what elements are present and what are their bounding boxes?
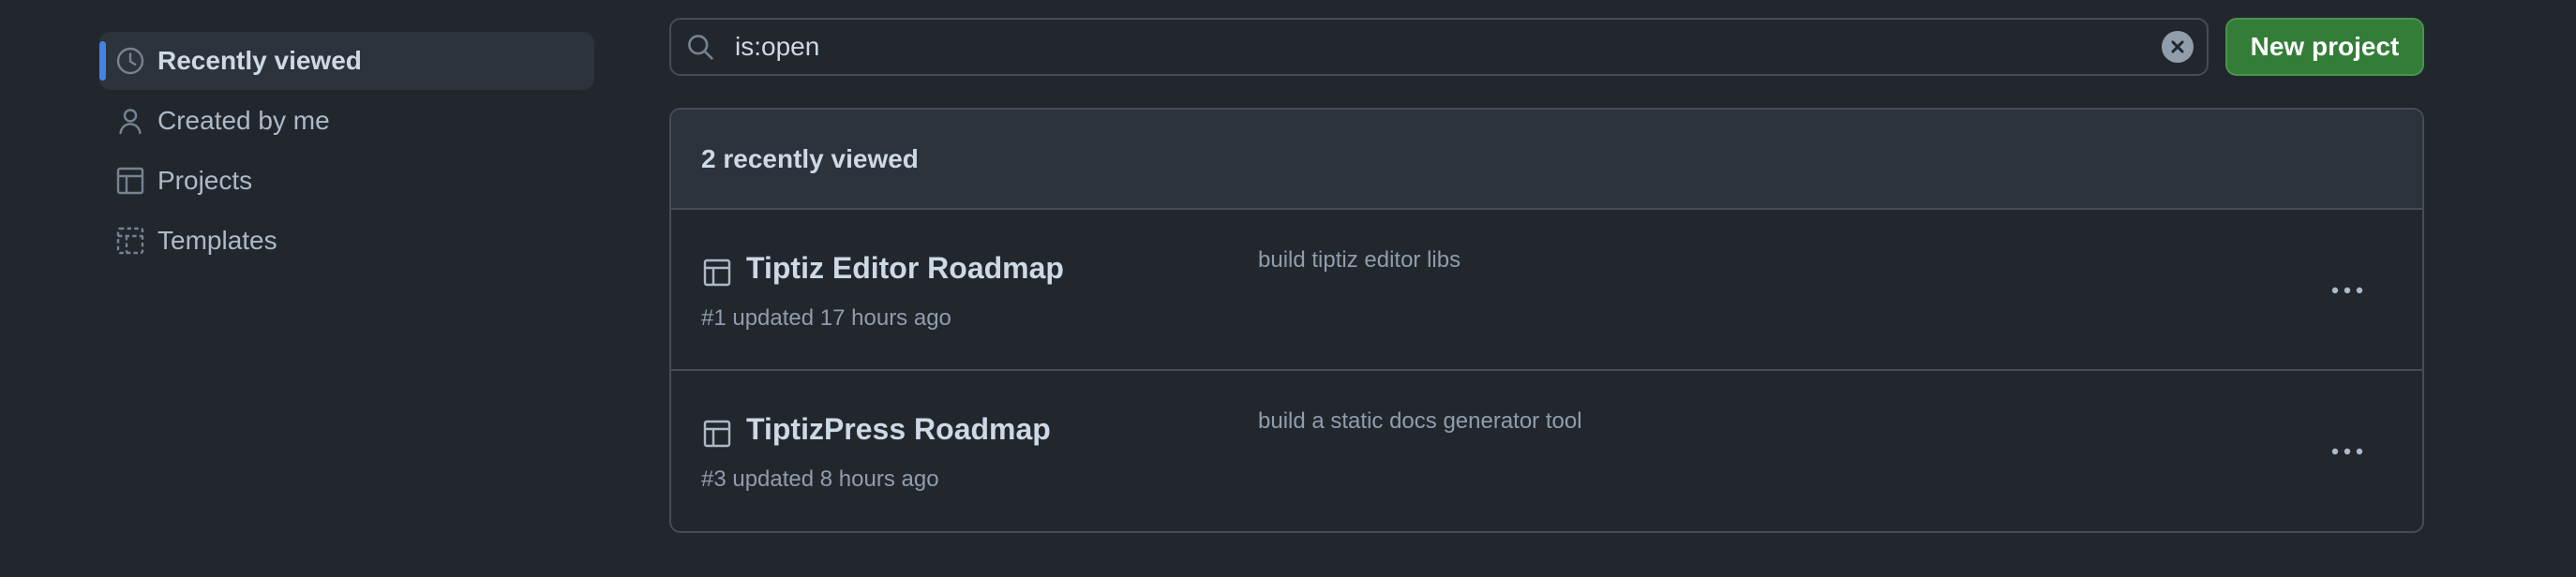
project-title-link[interactable]: Tiptiz Editor Roadmap xyxy=(746,251,1064,286)
sidebar-item-created-by-me[interactable]: Created by me xyxy=(99,92,594,150)
kebab-horizontal-icon xyxy=(2331,287,2363,294)
project-meta: #3 updated 8 hours ago xyxy=(701,466,939,492)
sidebar-item-label: Projects xyxy=(157,166,253,195)
project-description: build a static docs generator tool xyxy=(1258,408,1582,434)
sidebar-item-label: Recently viewed xyxy=(157,46,362,75)
clock-icon xyxy=(114,45,146,77)
table-icon xyxy=(701,418,733,450)
sidebar-item-projects[interactable]: Projects xyxy=(99,152,594,210)
close-icon xyxy=(2171,40,2184,53)
sidebar-item-label: Created by me xyxy=(157,106,330,135)
table-icon xyxy=(114,165,146,197)
project-count-title: 2 recently viewed xyxy=(701,143,919,173)
project-list: 2 recently viewed Tiptiz Editor Roadmap … xyxy=(669,108,2424,533)
person-icon xyxy=(114,105,146,137)
project-template-icon xyxy=(114,225,146,257)
project-list-header: 2 recently viewed xyxy=(671,110,2422,210)
project-description: build tiptiz editor libs xyxy=(1258,247,1461,273)
sidebar-item-templates[interactable]: Templates xyxy=(99,212,594,270)
sidebar-item-recently-viewed[interactable]: Recently viewed xyxy=(99,32,594,90)
new-project-button[interactable]: New project xyxy=(2225,18,2424,76)
more-options-button[interactable] xyxy=(2325,272,2370,309)
search-input[interactable] xyxy=(733,31,2162,63)
clear-search-button[interactable] xyxy=(2162,31,2194,63)
search-icon xyxy=(684,31,716,63)
projects-page: Recently viewed Created by me Projects T… xyxy=(0,0,2576,577)
project-row: Tiptiz Editor Roadmap #1 updated 17 hour… xyxy=(671,210,2422,371)
project-row: TiptizPress Roadmap #3 updated 8 hours a… xyxy=(671,371,2422,531)
sidebar-item-label: Templates xyxy=(157,226,277,255)
search-box xyxy=(669,18,2209,76)
table-icon xyxy=(701,257,733,288)
project-title-link[interactable]: TiptizPress Roadmap xyxy=(746,412,1051,447)
more-options-button[interactable] xyxy=(2325,433,2370,470)
projects-sidebar: Recently viewed Created by me Projects T… xyxy=(99,32,594,272)
kebab-horizontal-icon xyxy=(2331,448,2363,455)
project-meta: #1 updated 17 hours ago xyxy=(701,305,951,331)
